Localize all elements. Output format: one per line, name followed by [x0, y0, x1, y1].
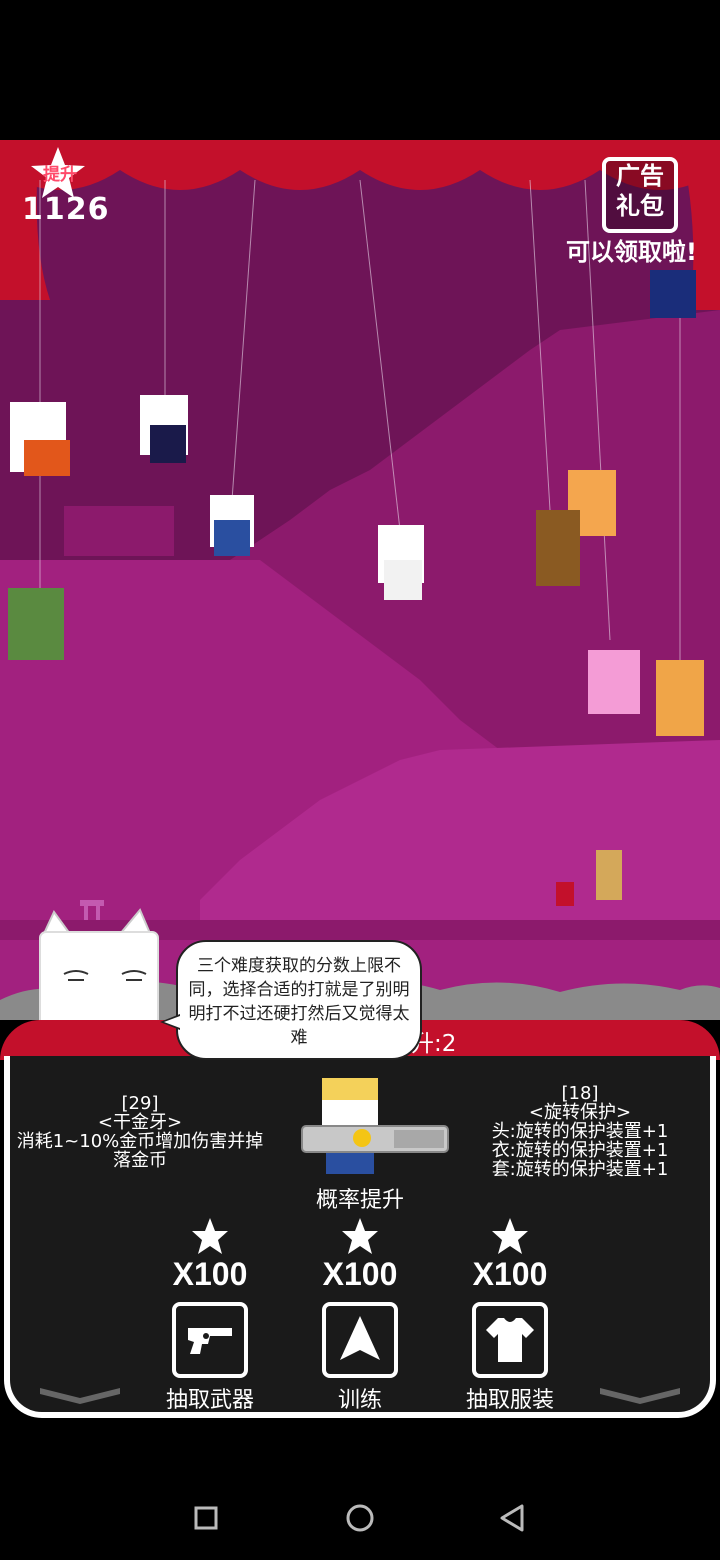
triangle-back-icon[interactable]	[494, 1498, 534, 1538]
draw-weapon-box[interactable]	[172, 1302, 248, 1378]
draw-weapon-label: 抽取武器	[165, 1388, 254, 1413]
left-skill-desc: 消耗1~10%金币增加伤害并掉落金币	[16, 1131, 264, 1171]
star-icon	[342, 1218, 378, 1254]
train-cost: X100	[300, 1216, 420, 1293]
draw-weapon-button[interactable]: 抽取武器	[150, 1302, 270, 1414]
tshirt-icon	[486, 1318, 534, 1362]
star-icon	[492, 1218, 528, 1254]
train-label: 训练	[337, 1388, 382, 1413]
left-skill-info: [29] <干金牙> 消耗1~10%金币增加伤害并掉落金币	[12, 1094, 268, 1170]
square-icon[interactable]	[186, 1498, 226, 1538]
ad-gift-button[interactable]: 广告 礼包	[602, 157, 678, 233]
weapon-cost: X100	[150, 1216, 270, 1293]
train-box[interactable]	[322, 1302, 398, 1378]
chevron-down-icon[interactable]	[598, 1384, 682, 1404]
right-skill-line: 衣:旋转的保护装置+1	[491, 1140, 669, 1161]
star-icon	[192, 1218, 228, 1254]
gift-line-1: 广告	[616, 162, 664, 190]
probability-up-label: 概率提升	[315, 1188, 404, 1213]
status-bar-area	[0, 0, 720, 140]
right-skill-line: 头:旋转的保护装置+1	[491, 1121, 669, 1142]
gift-line-2: 礼包	[616, 192, 664, 220]
revolver-icon	[188, 1328, 232, 1354]
left-skill-name: <干金牙>	[97, 1112, 183, 1133]
speech-bubble: 三个难度获取的分数上限不同，选择合适的打就是了别明明打不过还硬打然后又觉得太难	[160, 940, 422, 1060]
clothes-cost-value: X100	[472, 1256, 548, 1292]
gift-available-note: 可以领取啦!	[566, 238, 697, 266]
hero-character	[301, 1078, 449, 1174]
train-button[interactable]: 训练	[300, 1302, 420, 1414]
arrow-up-icon	[340, 1316, 380, 1360]
clothes-cost: X100	[450, 1216, 570, 1293]
system-nav-bar	[0, 1420, 720, 1560]
game-stage[interactable]	[0, 140, 720, 1020]
weapon-cost-value: X100	[172, 1256, 248, 1292]
right-skill-info: [18] <旋转保护> 头:旋转的保护装置+1 衣:旋转的保护装置+1 套:旋转…	[470, 1084, 690, 1179]
draw-clothes-button[interactable]: 抽取服装	[450, 1302, 570, 1414]
stage-background	[0, 140, 720, 1020]
score-value: 1126	[22, 192, 110, 227]
draw-clothes-label: 抽取服装	[465, 1388, 554, 1413]
draw-clothes-box[interactable]	[472, 1302, 548, 1378]
chevron-down-icon[interactable]	[38, 1384, 122, 1404]
train-cost-value: X100	[322, 1256, 398, 1292]
left-skill-level: [29]	[121, 1093, 159, 1114]
right-skill-line: 套:旋转的保护装置+1	[491, 1159, 669, 1180]
circle-icon[interactable]	[340, 1498, 380, 1538]
score-label: 提升	[43, 165, 77, 185]
right-skill-level: [18]	[561, 1083, 599, 1104]
right-skill-name: <旋转保护>	[528, 1102, 632, 1123]
